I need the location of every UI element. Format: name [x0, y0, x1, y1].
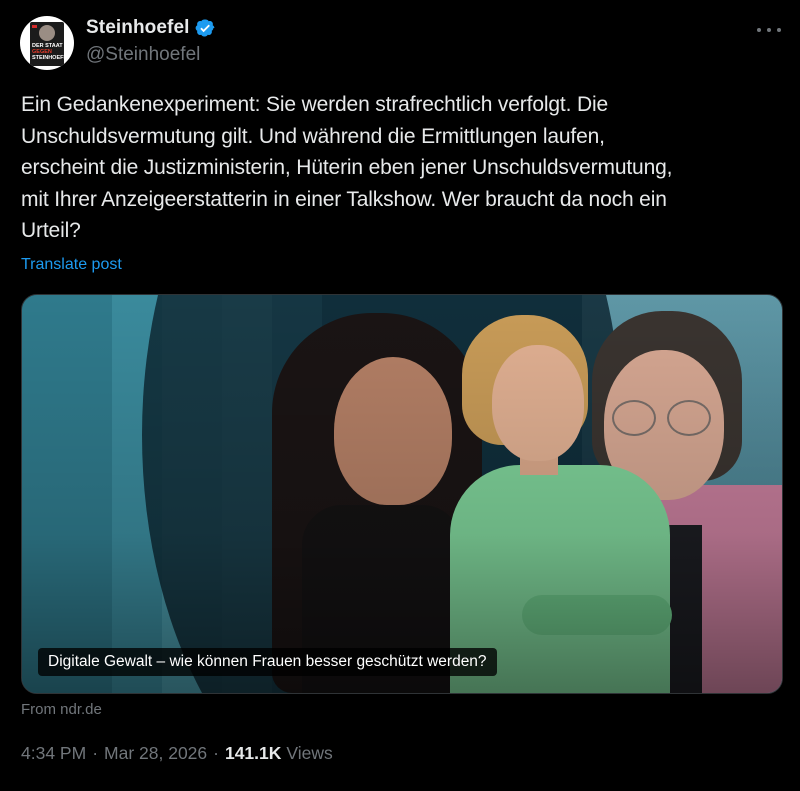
meta-separator: · — [213, 743, 219, 763]
meta-separator: · — [92, 743, 99, 763]
tweet: DER STAAT GEGEN STEINHOEFEL Steinhoefel … — [0, 0, 800, 791]
tweet-text: Ein Gedankenexperiment: Sie werden straf… — [21, 93, 673, 242]
avatar[interactable]: DER STAAT GEGEN STEINHOEFEL — [20, 16, 74, 70]
views-count: 141.1K — [224, 743, 282, 763]
author-name-row: Steinhoefel — [86, 16, 216, 40]
tweet-date[interactable]: Mar 28, 2026 — [104, 743, 207, 764]
author-handle[interactable]: @Steinhoefel — [86, 44, 200, 66]
author-display-name[interactable]: Steinhoefel — [86, 17, 190, 39]
tweet-time[interactable]: 4:34 PM — [21, 743, 86, 764]
more-horizontal-icon[interactable] — [757, 18, 781, 42]
tweet-meta: 4:34 PM · Mar 28, 2026 · 141.1K Views — [21, 743, 333, 764]
media-caption: Digitale Gewalt – wie können Frauen bess… — [38, 648, 497, 676]
media-source[interactable]: From ndr.de — [21, 701, 102, 718]
avatar-book-cover: DER STAAT GEGEN STEINHOEFEL — [30, 22, 71, 66]
views-label: Views — [286, 743, 333, 763]
translate-post-link[interactable]: Translate post — [21, 256, 122, 274]
media-card[interactable]: Digitale Gewalt – wie können Frauen bess… — [21, 294, 783, 694]
verified-badge-icon[interactable] — [194, 17, 216, 39]
